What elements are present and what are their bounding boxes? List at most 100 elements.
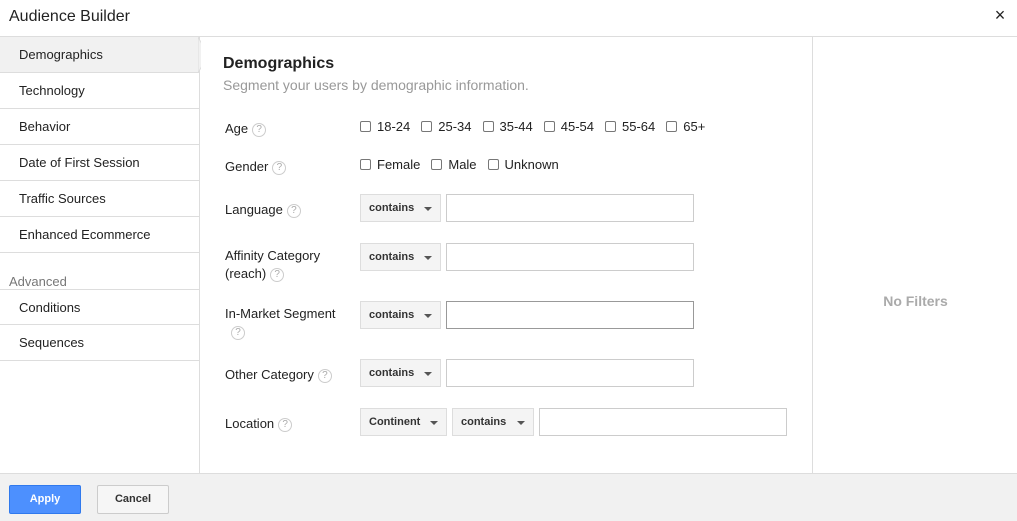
checkbox-label: 45-54 (560, 119, 594, 134)
caret-down-icon (430, 421, 438, 425)
checkbox-icon (487, 159, 499, 170)
affinity-category-label: Affinity Category (reach)? (225, 247, 320, 283)
age-checkbox-65-plus[interactable]: 65+ (666, 119, 705, 134)
checkbox-label: 25-34 (438, 119, 472, 134)
help-icon[interactable]: ? (270, 267, 285, 282)
language-input[interactable] (446, 194, 694, 222)
checkbox-label: 18-24 (377, 119, 411, 134)
sidebar-item-label: Traffic Sources (19, 191, 106, 206)
caret-down-icon (424, 314, 432, 318)
sidebar-item-demographics[interactable]: Demographics (0, 37, 199, 73)
gender-checkbox-unknown[interactable]: Unknown (487, 157, 559, 172)
sidebar-item-label: Demographics (19, 47, 103, 62)
help-icon[interactable]: ? (278, 417, 293, 432)
other-category-input[interactable] (446, 359, 694, 387)
location-scope-dropdown[interactable]: Continent (360, 408, 447, 436)
sidebar-item-label: Behavior (19, 119, 71, 134)
checkbox-icon (431, 159, 443, 170)
help-icon[interactable]: ? (252, 122, 267, 137)
dropdown-value: contains (369, 251, 415, 263)
checkbox-icon (482, 121, 494, 132)
caret-down-icon (424, 372, 432, 376)
in-market-input[interactable] (446, 301, 694, 329)
affinity-input[interactable] (446, 243, 694, 271)
affinity-label-line1: Affinity Category (225, 248, 321, 263)
in-market-operator-dropdown[interactable]: contains (360, 301, 441, 329)
location-input[interactable] (539, 408, 787, 436)
dropdown-value: contains (369, 367, 415, 379)
other-operator-dropdown[interactable]: contains (360, 359, 441, 387)
dropdown-value: contains (369, 202, 415, 214)
gender-label-text: Gender (225, 159, 269, 174)
sidebar-item-label: Conditions (19, 300, 81, 315)
advanced-section-label: Advanced (9, 274, 67, 289)
cancel-button[interactable]: Cancel (97, 485, 169, 514)
dialog-title: Audience Builder (9, 8, 130, 25)
footer-bar: Apply Cancel (0, 473, 1017, 521)
caret-down-icon (424, 256, 432, 260)
sidebar-item-behavior[interactable]: Behavior (0, 109, 199, 145)
checkbox-icon (666, 121, 678, 132)
affinity-operator-dropdown[interactable]: contains (360, 243, 441, 271)
sidebar-item-sequences[interactable]: Sequences (0, 325, 199, 361)
age-checkbox-25-34[interactable]: 25-34 (421, 119, 472, 134)
in-market-segment-label: In-Market Segment ? (225, 305, 336, 341)
checkbox-label: 55-64 (622, 119, 656, 134)
gender-checkbox-female[interactable]: Female (360, 157, 420, 172)
gender-options: Female Male Unknown (360, 157, 570, 172)
checkbox-icon (543, 121, 555, 132)
affinity-label-line2: (reach) (225, 266, 267, 281)
help-icon[interactable]: ? (231, 325, 245, 340)
caret-down-icon (424, 207, 432, 211)
other-category-label: Other Category? (225, 366, 332, 384)
age-checkbox-45-54[interactable]: 45-54 (543, 119, 594, 134)
help-icon[interactable]: ? (272, 160, 287, 175)
dropdown-value: contains (461, 416, 507, 428)
checkbox-icon (360, 121, 371, 132)
close-icon[interactable]: × (989, 4, 1011, 26)
panel-title: Demographics (223, 55, 335, 72)
gender-checkbox-male[interactable]: Male (431, 157, 477, 172)
panel-subtitle: Segment your users by demographic inform… (223, 77, 529, 93)
checkbox-icon (605, 121, 616, 132)
location-operator-dropdown[interactable]: contains (452, 408, 534, 436)
age-label-text: Age (225, 121, 249, 136)
language-label-text: Language (225, 202, 283, 217)
other-category-label-text: Other Category (225, 367, 314, 382)
location-label: Location? (225, 415, 293, 433)
sidebar-item-enhanced-ecommerce[interactable]: Enhanced Ecommerce (0, 217, 199, 253)
sidebar-item-technology[interactable]: Technology (0, 73, 199, 109)
checkbox-label: Female (377, 157, 421, 172)
age-label: Age? (225, 120, 267, 138)
sidebar-item-label: Sequences (19, 335, 85, 350)
language-label: Language? (225, 201, 301, 219)
age-options: 18-24 25-34 35-44 45-54 55-64 65+ (360, 119, 716, 134)
help-icon[interactable]: ? (317, 368, 332, 383)
language-operator-dropdown[interactable]: contains (360, 194, 441, 222)
sidebar-item-label: Technology (19, 83, 85, 98)
age-checkbox-55-64[interactable]: 55-64 (605, 119, 655, 134)
sidebar: Demographics Technology Behavior Date of… (0, 37, 209, 473)
checkbox-icon (421, 121, 433, 132)
sidebar-item-traffic-sources[interactable]: Traffic Sources (0, 181, 199, 217)
location-label-text: Location (225, 416, 275, 431)
demographics-panel: Demographics Segment your users by demog… (201, 37, 812, 473)
age-checkbox-35-44[interactable]: 35-44 (482, 119, 533, 134)
gender-label: Gender? (225, 158, 287, 176)
help-icon[interactable]: ? (286, 203, 301, 218)
caret-down-icon (517, 421, 525, 425)
checkbox-icon (360, 159, 371, 170)
sidebar-item-conditions[interactable]: Conditions (0, 289, 199, 325)
sidebar-item-date-of-first-session[interactable]: Date of First Session (0, 145, 199, 181)
checkbox-label: Unknown (504, 157, 559, 172)
in-market-label-text: In-Market Segment (225, 306, 336, 321)
checkbox-label: 35-44 (499, 119, 533, 134)
dropdown-value: Continent (369, 416, 421, 428)
checkbox-label: 65+ (683, 119, 706, 134)
checkbox-label: Male (448, 157, 477, 172)
title-bar: Audience Builder × (0, 0, 1017, 37)
dropdown-value: contains (369, 309, 415, 321)
summary-panel: No Filters (812, 37, 1017, 473)
apply-button[interactable]: Apply (9, 485, 81, 514)
age-checkbox-18-24[interactable]: 18-24 (360, 119, 410, 134)
